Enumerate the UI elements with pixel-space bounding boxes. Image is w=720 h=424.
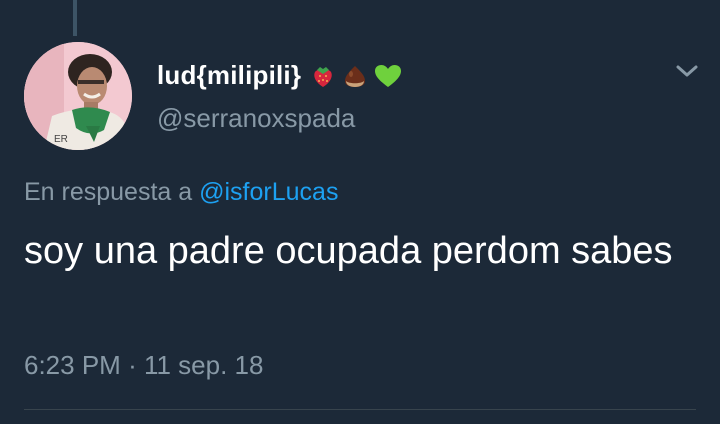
chestnut-icon [345,65,366,87]
reply-context: En respuesta a @isforLucas [24,178,338,207]
reply-mention-link[interactable]: @isforLucas [199,178,338,206]
author-display-name[interactable]: lud{milipili} [157,60,301,91]
chevron-down-icon[interactable] [674,60,700,82]
reply-prefix: En respuesta a [24,178,193,206]
svg-text:ER: ER [54,134,68,145]
avatar-photo: ER [24,42,132,150]
tweet-text: soy una padre ocupada perdom sabes [24,230,673,272]
thread-connector-line [73,0,77,36]
tweet-date: 11 sep. 18 [143,350,264,380]
strawberry-icon [314,66,332,87]
green-heart-icon [375,64,402,87]
author-name-row: lud{milipili} [157,60,403,91]
tweet-timestamp[interactable]: 6:23 PM · 11 sep. 18 [24,350,263,381]
author-handle[interactable]: @serranoxspada [157,103,355,134]
divider [24,409,696,410]
avatar[interactable]: ER [24,42,132,150]
timestamp-separator: · [128,350,137,380]
tweet-time: 6:23 PM [24,350,121,380]
name-emojis [309,62,403,90]
